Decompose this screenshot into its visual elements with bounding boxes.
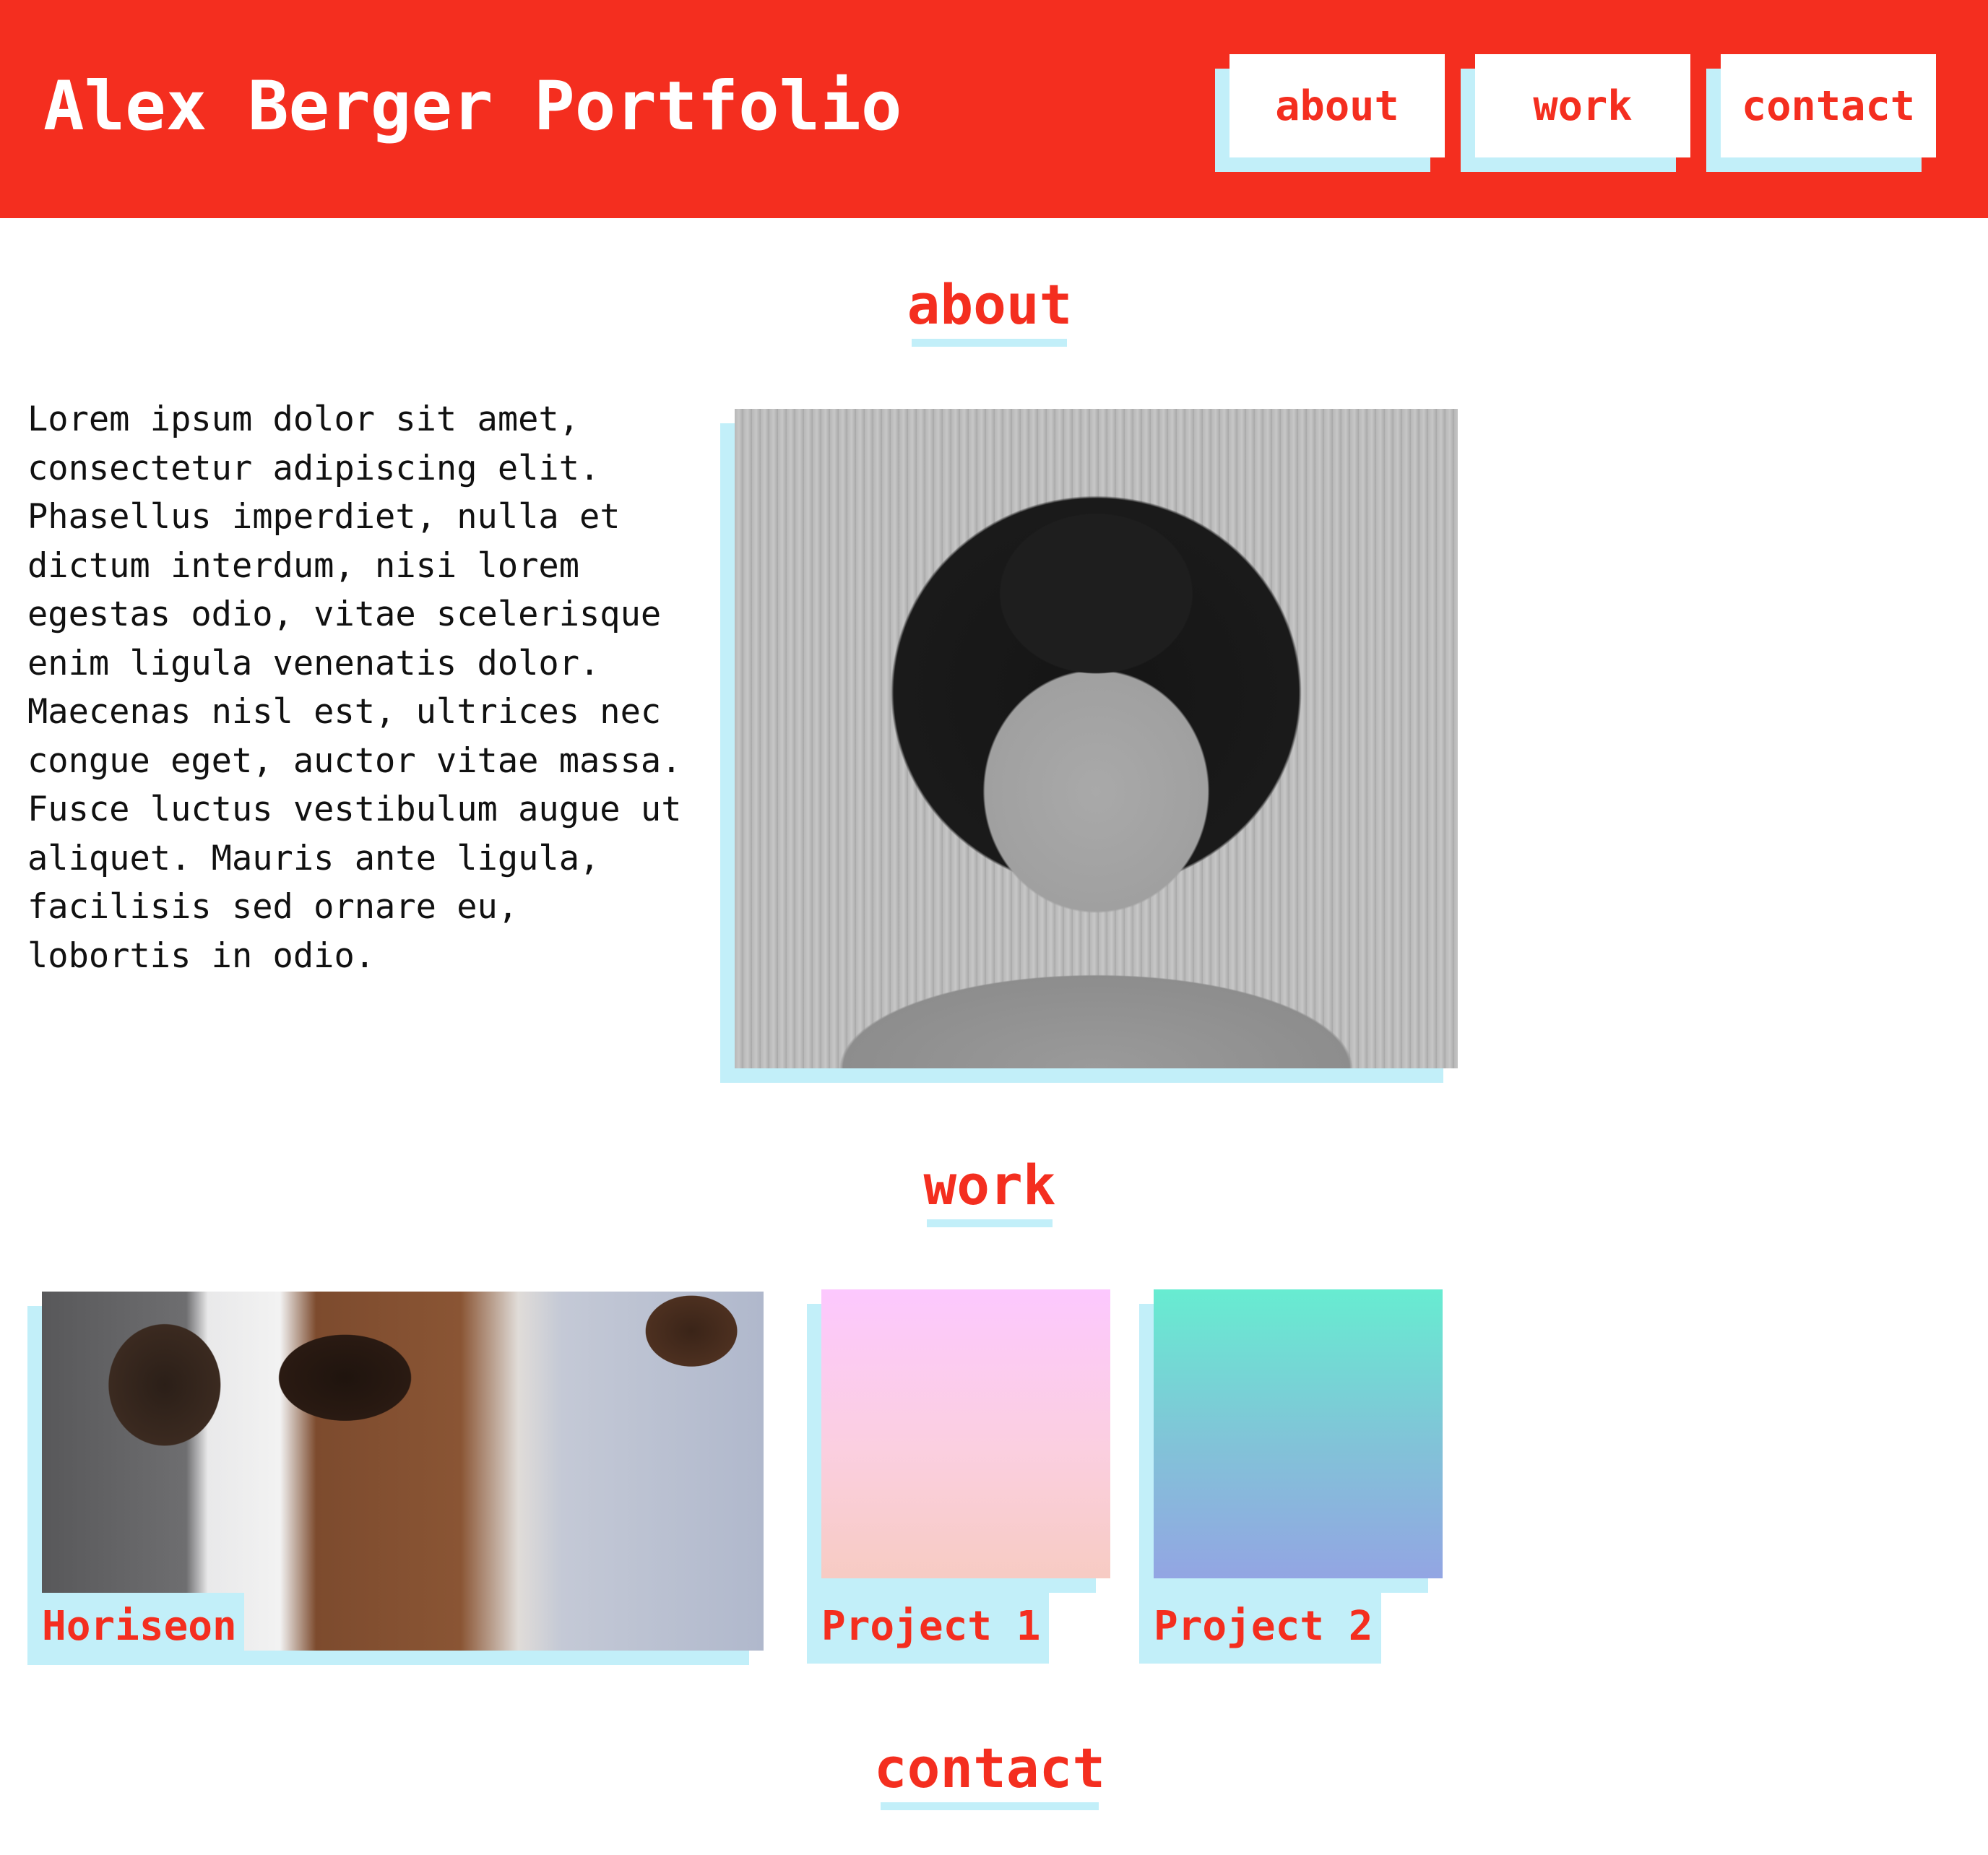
contact-heading: contact (873, 1736, 1106, 1800)
project-1-image[interactable] (821, 1289, 1110, 1578)
nav-about-button[interactable]: about (1229, 54, 1445, 157)
work-heading: work (923, 1153, 1056, 1217)
work-heading-underline (927, 1219, 1053, 1227)
nav-contact-button[interactable]: contact (1721, 54, 1936, 157)
nav-work-button[interactable]: work (1475, 54, 1690, 157)
project-2-image[interactable] (1154, 1289, 1443, 1578)
project-horiseon-label: Horiseon (42, 1603, 237, 1650)
about-heading-underline (912, 339, 1067, 347)
about-heading: about (907, 272, 1073, 337)
contact-heading-underline (881, 1802, 1099, 1810)
site-title: Alex Berger Portfolio (43, 67, 902, 146)
portrait-photo (735, 409, 1458, 1068)
site-header: Alex Berger Portfolio about work contact (0, 0, 1988, 218)
project-2-label: Project 2 (1154, 1603, 1373, 1650)
about-text: Lorem ipsum dolor sit amet, consectetur … (27, 399, 682, 976)
project-1-label: Project 1 (821, 1603, 1041, 1650)
